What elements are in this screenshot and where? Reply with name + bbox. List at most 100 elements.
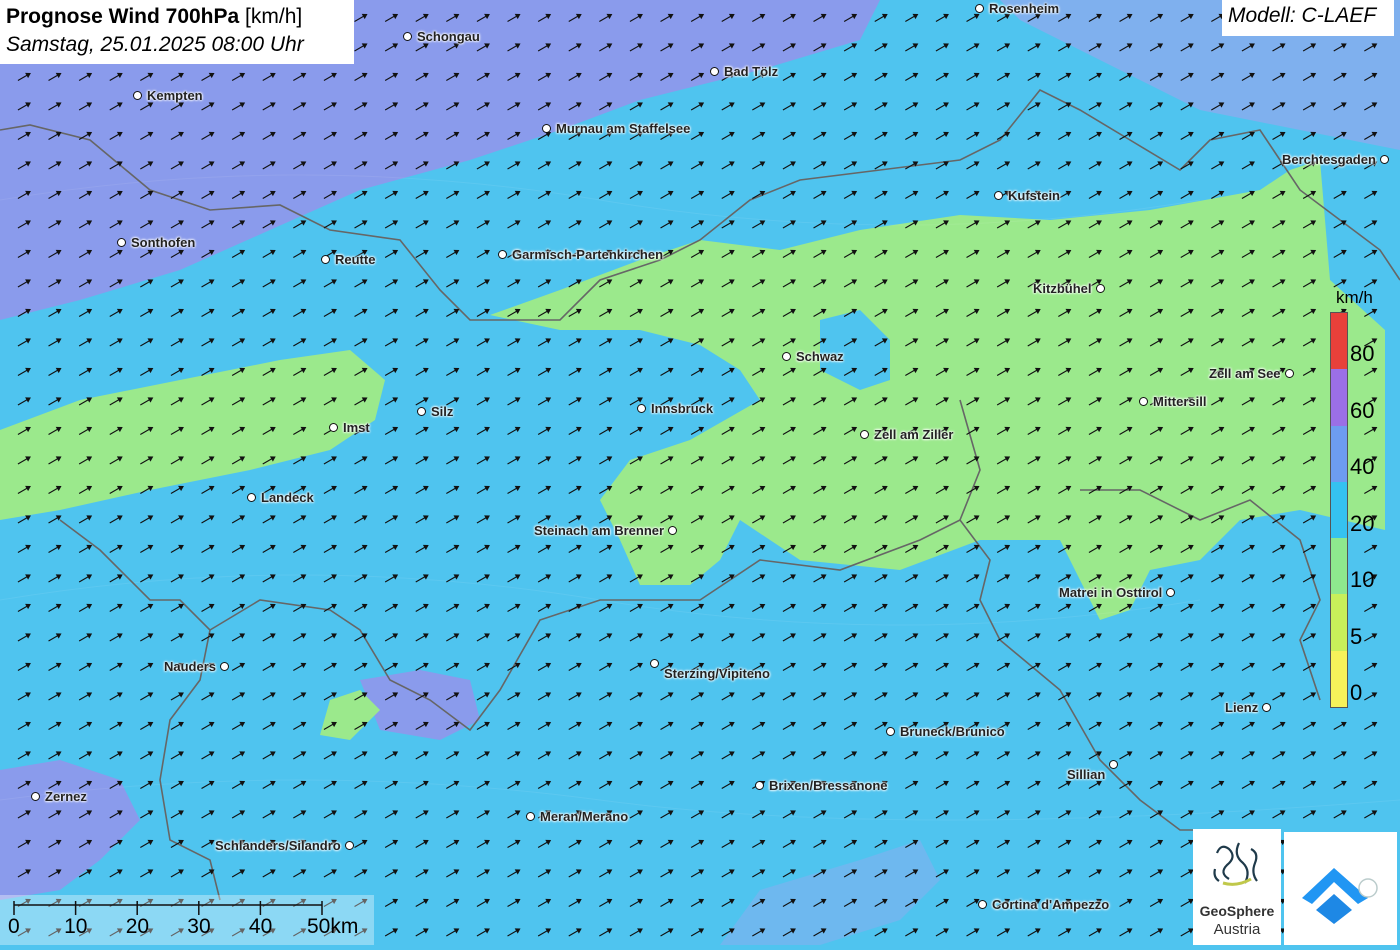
wind-zone-purple-south [720, 840, 940, 945]
city-marker [710, 67, 719, 76]
city-marker [1380, 155, 1389, 164]
brand-name: GeoSphere [1199, 903, 1275, 919]
city-marker [1166, 588, 1175, 597]
city-marker [542, 124, 551, 133]
city-label[interactable]: Schwaz [796, 349, 844, 364]
city-marker [860, 430, 869, 439]
city-marker [1109, 760, 1118, 769]
city-marker [329, 423, 338, 432]
city-marker [637, 404, 646, 413]
city-marker [1096, 284, 1105, 293]
city-label[interactable]: Zell am See [1209, 366, 1281, 381]
city-label[interactable]: Sterzing/Vipiteno [664, 666, 770, 681]
city-label[interactable]: Matrei in Osttirol [1059, 585, 1162, 600]
city-marker [1285, 369, 1294, 378]
legend-color-bar [1330, 312, 1348, 708]
wind-field [0, 0, 1400, 945]
legend-swatch [1331, 594, 1347, 651]
city-label[interactable]: Innsbruck [651, 401, 713, 416]
city-marker [994, 191, 1003, 200]
geosphere-logo[interactable]: GeoSphere Austria [1193, 829, 1281, 945]
wind-map[interactable] [0, 0, 1400, 945]
legend-unit: km/h [1336, 288, 1373, 307]
legend-swatch [1331, 650, 1347, 707]
map-title: Prognose Wind 700hPa [6, 5, 240, 28]
city-label[interactable]: Meran/Merano [540, 809, 628, 824]
city-label[interactable]: Kufstein [1008, 188, 1060, 203]
city-marker [978, 900, 987, 909]
city-marker [31, 792, 40, 801]
city-label[interactable]: Nauders [164, 659, 216, 674]
city-marker [345, 841, 354, 850]
city-marker [1139, 397, 1148, 406]
city-label[interactable]: Garmisch-Partenkirchen [512, 247, 663, 262]
map-unit: [km/h] [245, 5, 303, 28]
app-logo[interactable] [1284, 832, 1397, 945]
city-label[interactable]: Landeck [261, 490, 314, 505]
city-label[interactable]: Kitzbühel [1033, 281, 1092, 296]
city-label[interactable]: Mittersill [1153, 394, 1206, 409]
city-marker [417, 407, 426, 416]
city-label[interactable]: Imst [343, 420, 370, 435]
legend-label: 80 [1350, 341, 1375, 366]
city-marker [247, 493, 256, 502]
legend-swatch [1331, 425, 1347, 482]
city-label[interactable]: Steinach am Brenner [534, 523, 664, 538]
city-marker [133, 91, 142, 100]
scale-label: 20 [125, 915, 150, 938]
scale-label: 40 [248, 915, 273, 938]
legend-label: 40 [1350, 454, 1375, 479]
city-label[interactable]: Bad Tölz [724, 64, 778, 79]
city-marker [220, 662, 229, 671]
city-marker [782, 352, 791, 361]
city-marker [1262, 703, 1271, 712]
scale-label: 30 [187, 915, 211, 938]
city-label[interactable]: Cortina d'Ampezzo [992, 897, 1109, 912]
wind-zone-green-west [0, 350, 385, 520]
legend-label: 0 [1350, 680, 1363, 705]
city-label[interactable]: Zell am Ziller [874, 427, 953, 442]
forecast-datetime: Samstag, 25.01.2025 08:00 Uhr [6, 33, 304, 56]
city-label[interactable]: Sonthofen [131, 235, 195, 250]
city-label[interactable]: Brixen/Bressanone [769, 778, 888, 793]
city-marker [755, 781, 764, 790]
city-marker [668, 526, 677, 535]
legend-label: 10 [1350, 567, 1375, 592]
city-marker [526, 812, 535, 821]
geosphere-logo-icon [1213, 842, 1258, 886]
city-label[interactable]: Zernez [45, 789, 87, 804]
city-marker [403, 32, 412, 41]
city-label[interactable]: Bruneck/Brunico [900, 724, 1005, 739]
brand-sub: Austria [1213, 921, 1261, 938]
city-label[interactable]: Murnau am Staffelsee [556, 121, 690, 136]
scale-bar: 0 10 20 30 40 50km [0, 895, 374, 945]
scale-label: 50km [307, 915, 359, 938]
city-marker [321, 255, 330, 264]
city-marker [886, 727, 895, 736]
legend-swatch [1331, 313, 1347, 370]
legend-label: 5 [1350, 623, 1363, 649]
color-legend: km/h 80 60 40 20 10 5 0 [1328, 284, 1386, 714]
city-marker [650, 659, 659, 668]
city-label[interactable]: Berchtesgaden [1282, 152, 1376, 167]
city-label[interactable]: Kempten [147, 88, 203, 103]
city-label[interactable]: Schlanders/Silandro [215, 838, 341, 853]
city-label[interactable]: Sillian [1067, 767, 1105, 782]
scale-label: 0 [8, 915, 20, 938]
city-marker [498, 250, 507, 259]
legend-swatch [1331, 369, 1347, 426]
app-cloud-logo-icon [1302, 868, 1378, 924]
city-label[interactable]: Reutte [335, 252, 375, 267]
title-box: Prognose Wind 700hPa [km/h] Samstag, 25.… [0, 0, 354, 64]
city-label[interactable]: Lienz [1225, 700, 1258, 715]
legend-label: 20 [1350, 510, 1375, 536]
legend-swatch [1331, 481, 1347, 539]
city-label[interactable]: Schongau [417, 29, 480, 44]
scale-label: 10 [64, 915, 88, 938]
wind-zone-purple-nauders [360, 670, 480, 740]
city-marker [117, 238, 126, 247]
city-label[interactable]: Silz [431, 404, 453, 419]
model-label: Modell: C-LAEF [1222, 0, 1394, 36]
legend-swatch [1331, 538, 1347, 595]
city-label[interactable]: Rosenheim [989, 1, 1059, 16]
